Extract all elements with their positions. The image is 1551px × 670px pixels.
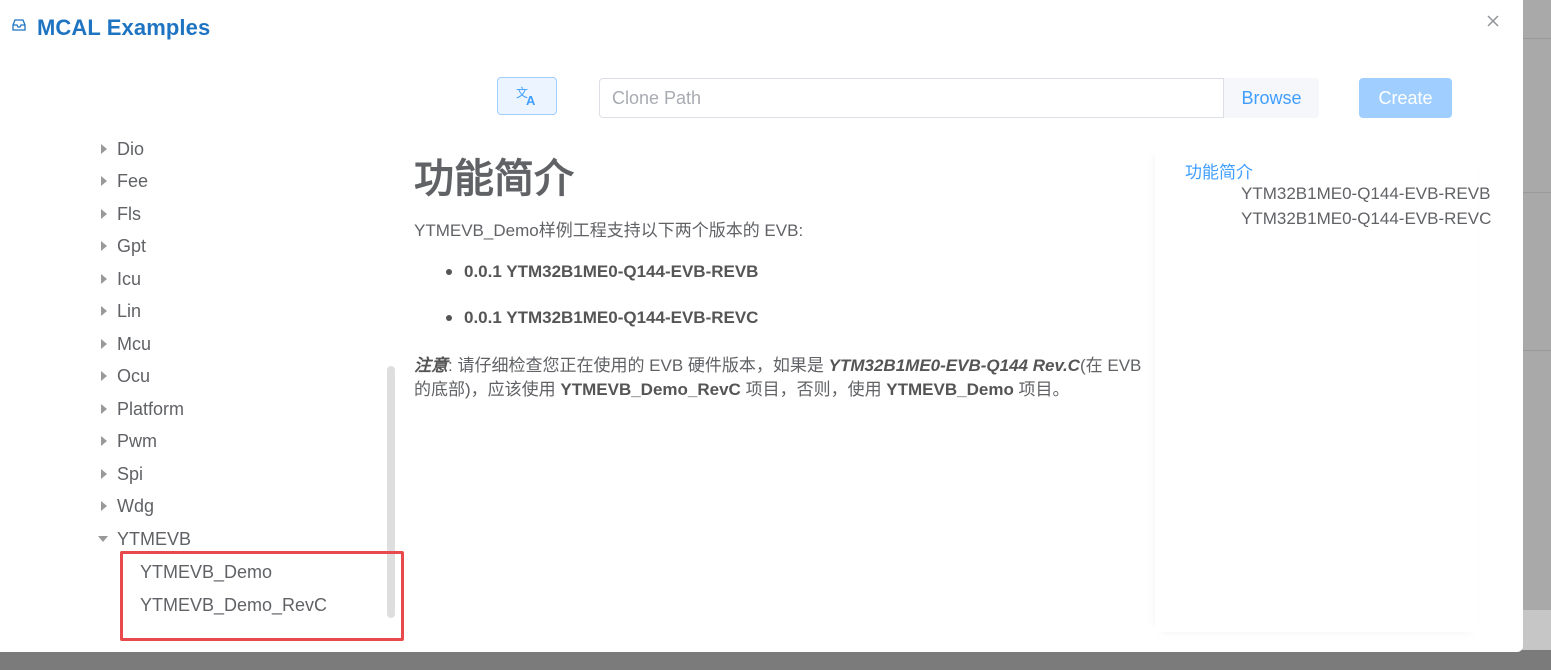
mcal-examples-dialog: MCAL Examples 文 A Browse Create Dio Fee …: [0, 0, 1523, 652]
tree-item-fls[interactable]: Fls: [90, 198, 141, 230]
create-button[interactable]: Create: [1359, 78, 1452, 118]
tree-item-pwm[interactable]: Pwm: [90, 425, 157, 457]
background-app: [1520, 0, 1551, 650]
tree-item-dio[interactable]: Dio: [90, 133, 144, 165]
content-heading: 功能简介: [414, 156, 574, 202]
tree-item-label: Fls: [117, 203, 141, 224]
tree-item-label: Pwm: [117, 430, 157, 451]
tree-item-label: Fee: [117, 170, 149, 191]
tree-item-ocu[interactable]: Ocu: [90, 360, 150, 392]
note-project-revc: YTMEVB_Demo_RevC: [560, 380, 741, 399]
note-text: 项目，否则，使用: [740, 380, 887, 399]
highlight-box: [120, 551, 404, 641]
clone-path-input[interactable]: [599, 78, 1224, 118]
tree-item-gpt[interactable]: Gpt: [90, 230, 146, 262]
svg-text:A: A: [526, 93, 536, 107]
caret-right-icon: [101, 371, 107, 381]
tree-item-wdg[interactable]: Wdg: [90, 490, 154, 522]
close-icon[interactable]: [1483, 11, 1503, 31]
background-strip: [1520, 610, 1551, 650]
caret-right-icon: [101, 436, 107, 446]
tree-item-label: YTMEVB: [117, 528, 192, 549]
caret-right-icon: [101, 469, 107, 479]
tree-item-label: Icu: [117, 268, 142, 289]
note-text: : 请仔细检查您正在使用的 EVB 硬件版本，如果是: [448, 356, 829, 375]
caret-right-icon: [101, 501, 107, 511]
caret-right-icon: [101, 339, 107, 349]
tree-item-label: Platform: [117, 398, 185, 419]
tree-item-icu[interactable]: Icu: [90, 263, 141, 295]
note-project: YTMEVB_Demo: [886, 380, 1014, 399]
caret-right-icon: [101, 209, 107, 219]
note-label: 注意: [414, 356, 448, 375]
caret-right-icon: [101, 306, 107, 316]
clone-path-group: Browse: [599, 78, 1319, 118]
browse-button[interactable]: Browse: [1224, 78, 1319, 118]
toc-link-revc[interactable]: YTM32B1ME0-Q144-EVB-REVC: [1241, 209, 1491, 229]
list-item: 0.0.1 YTM32B1ME0-Q144-EVB-REVB: [445, 262, 758, 308]
translate-icon: 文 A: [516, 85, 536, 107]
background-bottom: [0, 650, 1551, 670]
tree-item-lin[interactable]: Lin: [90, 295, 141, 327]
tree-item-label: Ocu: [117, 365, 151, 386]
note-text: 项目。: [1013, 380, 1070, 399]
caret-right-icon: [101, 176, 107, 186]
caret-right-icon: [101, 144, 107, 154]
caret-right-icon: [101, 241, 107, 251]
caret-right-icon: [101, 404, 107, 414]
caret-right-icon: [101, 274, 107, 284]
dialog-title: MCAL Examples: [37, 15, 211, 40]
tree-item-label: Spi: [117, 463, 144, 484]
evb-version-list: 0.0.1 YTM32B1ME0-Q144-EVB-REVB 0.0.1 YTM…: [445, 262, 758, 354]
list-item: 0.0.1 YTM32B1ME0-Q144-EVB-REVC: [445, 308, 758, 354]
toc-link-revb[interactable]: YTM32B1ME0-Q144-EVB-REVB: [1241, 184, 1490, 204]
tree-item-label: Mcu: [117, 333, 152, 354]
translate-button[interactable]: 文 A: [497, 77, 557, 115]
tray-icon: [12, 19, 26, 31]
tree-item-label: Gpt: [117, 235, 147, 256]
caret-down-icon: [98, 536, 108, 542]
tree-item-fee[interactable]: Fee: [90, 165, 148, 197]
tree-item-mcu[interactable]: Mcu: [90, 328, 151, 360]
content-intro: YTMEVB_Demo样例工程支持以下两个版本的 EVB:: [414, 221, 804, 240]
tree-item-spi[interactable]: Spi: [90, 458, 143, 490]
note-board: YTM32B1ME0-EVB-Q144 Rev.C: [828, 356, 1080, 375]
content-note: 注意: 请仔细检查您正在使用的 EVB 硬件版本，如果是 YTM32B1ME0-…: [414, 354, 1159, 402]
tree-item-label: Wdg: [117, 495, 155, 516]
tree-item-label: Lin: [117, 300, 142, 321]
toc-link-intro[interactable]: 功能简介: [1185, 158, 1253, 183]
tree-item-platform[interactable]: Platform: [90, 393, 184, 425]
tree-item-label: Dio: [117, 138, 145, 159]
